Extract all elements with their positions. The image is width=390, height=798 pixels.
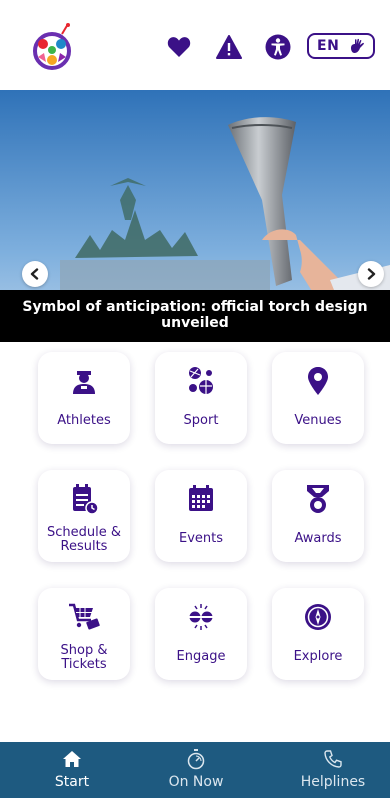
nav-label: On Now: [168, 774, 224, 790]
bottom-navigation: Start On Now Helplines: [0, 742, 390, 798]
stopwatch-icon: [185, 748, 207, 770]
language-label: EN: [317, 38, 340, 54]
tile-events[interactable]: Events: [155, 470, 247, 562]
nav-helplines[interactable]: Helplines: [288, 742, 378, 798]
tile-label: Athletes: [57, 413, 111, 428]
medal-icon: [272, 482, 364, 516]
compass-icon: [272, 600, 364, 634]
tile-venues[interactable]: Venues: [272, 352, 364, 444]
tile-label: Sport: [183, 413, 219, 428]
engage-icon: [155, 600, 247, 634]
accessibility-icon[interactable]: [264, 33, 292, 61]
athlete-icon: [38, 364, 130, 398]
tile-label: Events: [178, 531, 223, 546]
tile-label: Venues: [294, 413, 342, 428]
chevron-left-icon: [30, 268, 39, 280]
sign-language-hand-icon: [351, 38, 364, 53]
tile-label: Explore: [293, 649, 343, 664]
warning-icon[interactable]: [215, 33, 243, 61]
games-logo[interactable]: [28, 22, 76, 72]
tile-label: Schedule & Results: [46, 525, 121, 554]
home-icon: [61, 748, 83, 770]
shopping-cart-icon: [38, 600, 130, 634]
tile-engage[interactable]: Engage: [155, 588, 247, 680]
tile-label: Shop & Tickets: [60, 643, 108, 672]
carousel-next-button[interactable]: [358, 261, 384, 287]
language-switch[interactable]: EN: [307, 33, 375, 59]
chevron-right-icon: [367, 268, 376, 280]
news-headline[interactable]: Symbol of anticipation: official torch d…: [0, 290, 390, 342]
calendar-icon: [155, 482, 247, 516]
nav-start[interactable]: Start: [40, 742, 104, 798]
sport-balls-icon: [155, 364, 247, 398]
nav-label: Helplines: [300, 774, 366, 790]
heart-icon[interactable]: [165, 33, 193, 61]
carousel-prev-button[interactable]: [22, 261, 48, 287]
nav-label: Start: [54, 774, 90, 790]
tile-label: Engage: [176, 649, 226, 664]
tile-label: Awards: [294, 531, 342, 546]
tile-explore[interactable]: Explore: [272, 588, 364, 680]
tile-sport[interactable]: Sport: [155, 352, 247, 444]
news-carousel[interactable]: Symbol of anticipation: official torch d…: [0, 90, 390, 342]
tile-shop-tickets[interactable]: Shop & Tickets: [38, 588, 130, 680]
location-pin-icon: [272, 364, 364, 398]
schedule-icon: [38, 482, 130, 516]
tile-athletes[interactable]: Athletes: [38, 352, 130, 444]
phone-icon: [322, 748, 344, 770]
nav-on-now[interactable]: On Now: [158, 742, 234, 798]
app-header: EN: [0, 0, 390, 90]
tile-awards[interactable]: Awards: [272, 470, 364, 562]
tile-schedule-results[interactable]: Schedule & Results: [38, 470, 130, 562]
